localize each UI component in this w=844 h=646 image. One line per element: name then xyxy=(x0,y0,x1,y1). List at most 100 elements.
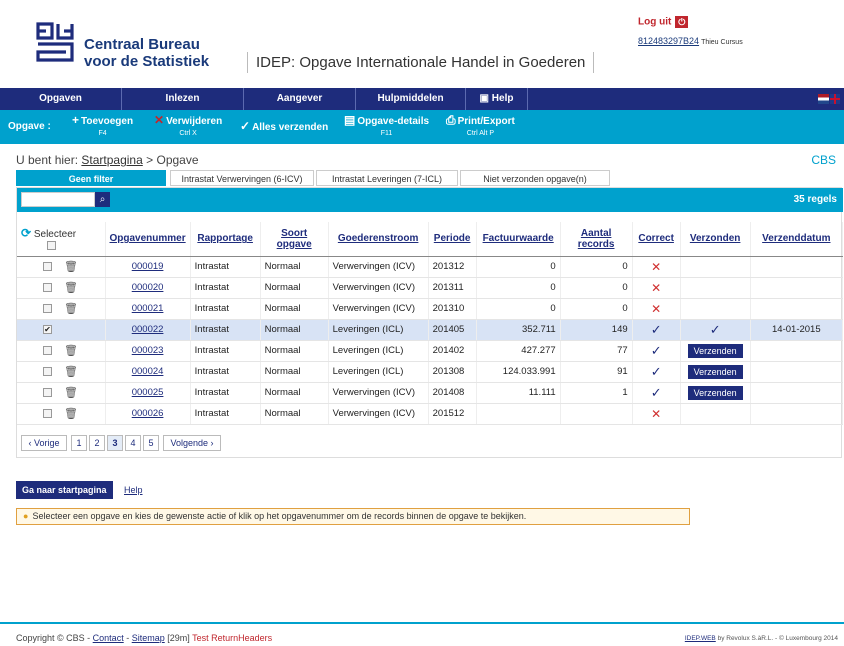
table-row[interactable]: 🗑︎ 000020 Intrastat Normaal Verwervingen (IC… xyxy=(17,277,844,299)
send-all-label: Alles verzenden xyxy=(252,122,329,133)
col-opgavenummer[interactable]: Opgavenummer xyxy=(105,222,191,257)
pager-page-5[interactable]: 5 xyxy=(143,435,159,451)
soort-cell: Normaal xyxy=(260,361,329,383)
periode-cell: 201512 xyxy=(428,403,477,425)
hint-message: ● Selecteer een opgave en kies de gewenst… xyxy=(16,508,690,525)
send-button[interactable]: Verzenden xyxy=(687,364,743,379)
language-flag-icon[interactable] xyxy=(818,94,840,104)
trash-icon[interactable]: 🗑︎ xyxy=(64,260,78,273)
records-cell: 0 xyxy=(560,256,633,278)
verzonden-cell: Verzenden xyxy=(680,361,751,383)
cross-icon: ✕ xyxy=(154,113,165,127)
row-checkbox[interactable] xyxy=(43,304,52,313)
col-rapportage[interactable]: Rapportage xyxy=(190,222,261,257)
filter-tab-icl[interactable]: Intrastat Leveringen (7-ICL) xyxy=(316,170,458,186)
details-button[interactable]: ▤ Opgave-details F11 xyxy=(344,114,429,140)
opgavenummer-link[interactable]: 000019 xyxy=(132,261,164,272)
trash-icon[interactable]: 🗑︎ xyxy=(64,386,78,399)
pager-page-3[interactable]: 3 xyxy=(107,435,123,451)
footer-copyright: Copyright © CBS - xyxy=(16,633,91,643)
go-home-button[interactable]: Ga naar startpagina xyxy=(16,481,113,499)
col-select: ⟳ Selecteer xyxy=(17,222,106,257)
table-row[interactable]: 🗑︎ 000024 Intrastat Normaal Leveringen (ICL)… xyxy=(17,361,844,383)
col-aantal-records[interactable]: Aantal records xyxy=(560,222,633,257)
footer-contact-link[interactable]: Contact xyxy=(93,633,124,643)
row-checkbox[interactable] xyxy=(43,367,52,376)
trash-icon[interactable]: 🗑︎ xyxy=(64,302,78,315)
col-periode[interactable]: Periode xyxy=(428,222,477,257)
add-button[interactable]: + Toevoegen F4 xyxy=(72,114,133,140)
refresh-icon[interactable]: ⟳ xyxy=(21,226,31,240)
col-soort[interactable]: Soort opgave xyxy=(260,222,329,257)
pager-page-1[interactable]: 1 xyxy=(71,435,87,451)
row-checkbox[interactable] xyxy=(43,283,52,292)
nav-inlezen[interactable]: Inlezen xyxy=(122,88,244,110)
delete-button[interactable]: ✕ Verwijderen Ctrl X xyxy=(154,114,222,140)
footer-sitemap-link[interactable]: Sitemap xyxy=(132,633,165,643)
row-checkbox[interactable]: ✔ xyxy=(43,324,52,334)
pager-page-2[interactable]: 2 xyxy=(89,435,105,451)
table-row[interactable]: 🗑︎ 000021 Intrastat Normaal Verwervingen (IC… xyxy=(17,298,844,320)
opgavenummer-link[interactable]: 000020 xyxy=(132,282,164,293)
incorrect-cross-icon: ✕ xyxy=(651,406,662,421)
opgavenummer-link[interactable]: 000025 xyxy=(132,387,164,398)
nav-aangever[interactable]: Aangever xyxy=(244,88,356,110)
opgavenummer-link[interactable]: 000024 xyxy=(132,366,164,377)
trash-icon[interactable]: 🗑︎ xyxy=(64,407,78,420)
pager-next[interactable]: Volgende › xyxy=(163,435,221,451)
rapportage-cell: Intrastat xyxy=(190,319,261,341)
search-icon[interactable]: ⌕ xyxy=(95,192,110,207)
filter-tab-icv[interactable]: Intrastat Verwervingen (6-ICV) xyxy=(170,170,314,186)
verzenddatum-cell xyxy=(750,382,844,404)
opgavenummer-cell: 000025 xyxy=(105,382,191,404)
col-factuurwaarde[interactable]: Factuurwaarde xyxy=(476,222,561,257)
print-label: Print/Export xyxy=(457,116,515,127)
pager-prev[interactable]: ‹ Vorige xyxy=(21,435,67,451)
incorrect-cross-icon: ✕ xyxy=(651,301,662,316)
search-input[interactable] xyxy=(21,192,95,207)
row-checkbox[interactable] xyxy=(43,388,52,397)
pager-page-4[interactable]: 4 xyxy=(125,435,141,451)
table-row[interactable]: 🗑︎ 000026 Intrastat Normaal Verwervingen (IC… xyxy=(17,403,844,425)
print-export-button[interactable]: ⎙ Print/Export Ctrl Alt P xyxy=(446,114,515,140)
row-checkbox[interactable] xyxy=(43,409,52,418)
brand-line-1: Centraal Bureau xyxy=(84,36,200,53)
cbs-link[interactable]: CBS xyxy=(811,153,836,167)
filter-tab-not-sent[interactable]: Niet verzonden opgave(n) xyxy=(460,170,610,186)
table-row[interactable]: 🗑︎ 000019 Intrastat Normaal Verwervingen (IC… xyxy=(17,256,844,278)
table-row[interactable]: 🗑︎ 000025 Intrastat Normaal Verwervingen (IC… xyxy=(17,382,844,404)
trash-icon[interactable]: 🗑︎ xyxy=(64,344,78,357)
footer-idep-link[interactable]: IDEP.WEB xyxy=(685,635,716,642)
opgavenummer-link[interactable]: 000021 xyxy=(132,303,164,314)
help-link[interactable]: Help xyxy=(124,485,143,495)
nav-hulpmiddelen[interactable]: Hulpmiddelen xyxy=(356,88,466,110)
filter-tab-none[interactable]: Geen filter xyxy=(16,170,166,186)
col-verzenddatum[interactable]: Verzenddatum xyxy=(750,222,844,257)
row-checkbox[interactable] xyxy=(43,346,52,355)
send-button[interactable]: Verzenden xyxy=(687,385,743,400)
table-row[interactable]: ✔ 000022 Intrastat Normaal Leveringen (ICL) 2… xyxy=(17,319,844,341)
col-correct[interactable]: Correct xyxy=(632,222,681,257)
row-select-cell: 🗑︎ xyxy=(17,277,106,299)
opgavenummer-link[interactable]: 000022 xyxy=(132,324,164,335)
send-button[interactable]: Verzenden xyxy=(687,343,743,358)
opgavenummer-link[interactable]: 000023 xyxy=(132,345,164,356)
trash-icon[interactable]: 🗑︎ xyxy=(64,365,78,378)
row-checkbox[interactable] xyxy=(43,262,52,271)
goederenstroom-cell: Verwervingen (ICV) xyxy=(328,382,429,404)
verzenddatum-cell xyxy=(750,298,844,320)
opgavenummer-link[interactable]: 000026 xyxy=(132,408,164,419)
factuurwaarde-cell: 0 xyxy=(476,298,561,320)
trash-icon[interactable]: 🗑︎ xyxy=(64,281,78,294)
select-all-checkbox[interactable] xyxy=(47,241,56,251)
col-goederenstroom[interactable]: Goederenstroom xyxy=(328,222,429,257)
table-row[interactable]: 🗑︎ 000023 Intrastat Normaal Leveringen (ICL)… xyxy=(17,340,844,362)
user-id-link[interactable]: 812483297B24 xyxy=(638,36,699,46)
col-verzonden[interactable]: Verzonden xyxy=(680,222,751,257)
nav-opgaven[interactable]: Opgaven xyxy=(0,88,122,110)
breadcrumb-home-link[interactable]: Startpagina xyxy=(81,153,142,167)
nav-help[interactable]: ▣ Help xyxy=(466,88,528,110)
brand-name: Centraal Bureau voor de Statistiek xyxy=(84,36,209,70)
send-all-button[interactable]: ✓ Alles verzenden xyxy=(240,120,328,134)
logout-link[interactable]: Log uit ⏻ xyxy=(638,16,689,28)
